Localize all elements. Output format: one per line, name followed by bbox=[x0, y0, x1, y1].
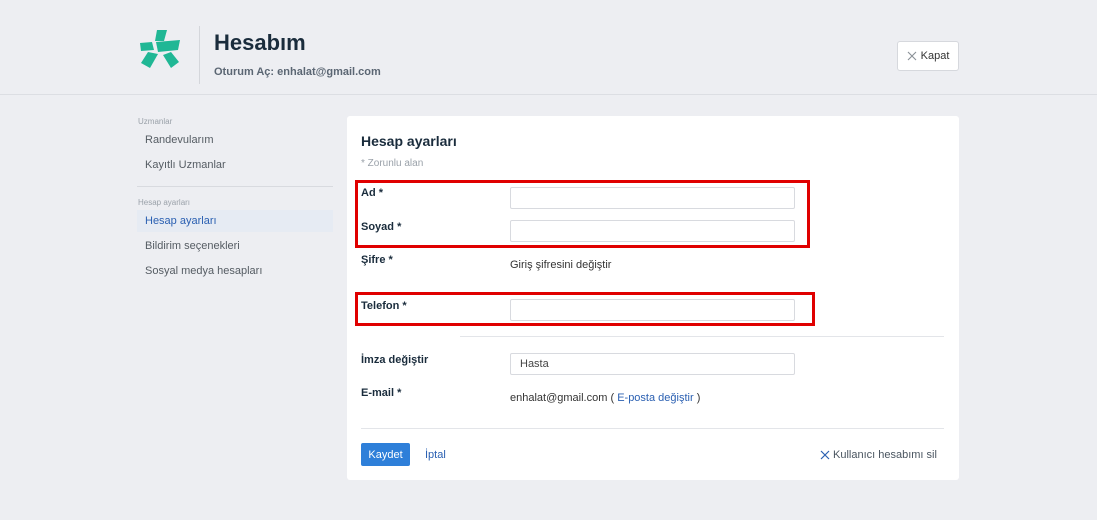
sidebar-section-experts: Uzmanlar bbox=[138, 117, 173, 126]
cancel-link[interactable]: İptal bbox=[425, 449, 446, 461]
account-settings-card: Hesap ayarları * Zorunlu alan Ad * Soyad… bbox=[347, 116, 959, 480]
form-title: Hesap ayarları bbox=[361, 133, 457, 149]
required-note: * Zorunlu alan bbox=[361, 158, 424, 169]
close-icon bbox=[907, 51, 917, 61]
header-divider bbox=[199, 26, 200, 84]
change-password-link[interactable]: Giriş şifresini değiştir bbox=[510, 259, 611, 271]
session-info: Oturum Aç: enhalat@gmail.com bbox=[214, 66, 381, 78]
delete-account-link[interactable]: Kullanıcı hesabımı sil bbox=[820, 449, 937, 461]
close-icon bbox=[820, 450, 830, 460]
form-footer-divider bbox=[361, 428, 944, 429]
sidebar-section-account: Hesap ayarları bbox=[138, 198, 191, 207]
signature-input[interactable] bbox=[510, 353, 795, 375]
sidebar-item-notifications[interactable]: Bildirim seçenekleri bbox=[137, 235, 333, 257]
close-button[interactable]: Kapat bbox=[897, 41, 959, 71]
email-row: enhalat@gmail.com ( E-posta değiştir ) bbox=[510, 392, 700, 404]
delete-account-label: Kullanıcı hesabımı sil bbox=[833, 449, 937, 461]
form-divider bbox=[460, 336, 944, 337]
last-name-label: Soyad * bbox=[361, 221, 402, 233]
sidebar-item-saved-experts[interactable]: Kayıtlı Uzmanlar bbox=[137, 154, 333, 176]
sidebar-item-social-accounts[interactable]: Sosyal medya hesapları bbox=[137, 260, 333, 282]
first-name-input[interactable] bbox=[510, 187, 795, 209]
sidebar: Uzmanlar Randevularım Kayıtlı Uzmanlar H… bbox=[137, 117, 333, 282]
phone-input[interactable] bbox=[510, 299, 795, 321]
signature-label: İmza değiştir bbox=[361, 354, 429, 366]
change-email-link[interactable]: E-posta değiştir bbox=[617, 392, 693, 404]
email-label: E-mail * bbox=[361, 387, 402, 399]
sidebar-item-account-settings[interactable]: Hesap ayarları bbox=[137, 210, 333, 232]
password-label: Şifre * bbox=[361, 254, 393, 266]
email-paren-open: ( bbox=[610, 392, 615, 404]
page-header: Hesabım Oturum Aç: enhalat@gmail.com Kap… bbox=[0, 0, 1097, 95]
last-name-input[interactable] bbox=[510, 220, 795, 242]
email-value: enhalat@gmail.com bbox=[510, 392, 608, 404]
close-button-label: Kapat bbox=[920, 50, 950, 62]
phone-label: Telefon * bbox=[361, 300, 407, 312]
sidebar-divider bbox=[137, 186, 333, 187]
first-name-label: Ad * bbox=[361, 187, 383, 199]
page-title: Hesabım bbox=[214, 30, 306, 55]
sidebar-item-appointments[interactable]: Randevularım bbox=[137, 129, 333, 151]
email-paren-close: ) bbox=[696, 392, 701, 404]
docplanner-logo-icon bbox=[140, 30, 180, 68]
save-button[interactable]: Kaydet bbox=[361, 443, 410, 466]
